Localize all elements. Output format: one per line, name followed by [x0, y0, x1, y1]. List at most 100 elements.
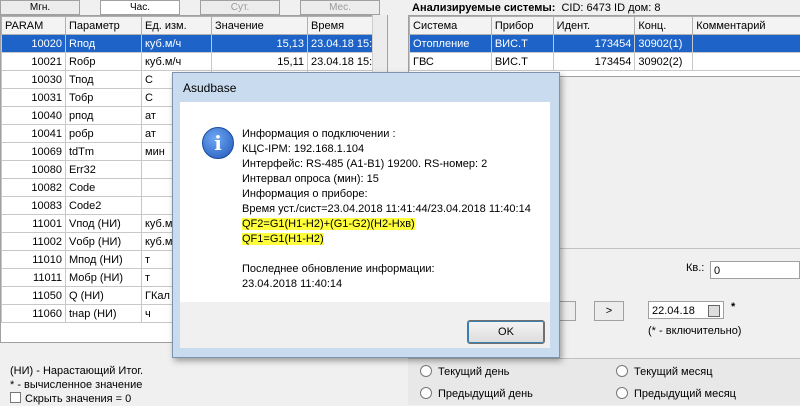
cid-label: CID: 6473 ID дом: 8 — [561, 2, 660, 14]
table-cell[interactable]: pобр — [66, 125, 142, 143]
table-cell[interactable]: Отопление — [410, 35, 492, 53]
table-cell[interactable]: 10041 — [2, 125, 66, 143]
table-cell[interactable]: 10030 — [2, 71, 66, 89]
table-row[interactable]: 10020Rподкуб.м/ч15,1323.04.18 15:2 — [2, 35, 382, 53]
table-cell[interactable]: ГВС — [410, 53, 492, 71]
date-field[interactable]: 22.04.18 — [648, 301, 724, 319]
table-cell[interactable]: tdTm — [66, 143, 142, 161]
table-cell[interactable]: 10082 — [2, 179, 66, 197]
col-value[interactable]: Значение — [212, 17, 308, 35]
table-cell[interactable]: Мобр (НИ) — [66, 269, 142, 287]
table-cell[interactable]: pпод — [66, 107, 142, 125]
last-update-value: 23.04.2018 11:40:14 — [242, 277, 547, 292]
table-cell[interactable]: 23.04.18 15:2 — [308, 53, 382, 71]
table-cell[interactable]: 11001 — [2, 215, 66, 233]
table-cell[interactable]: куб.м/ч — [142, 35, 212, 53]
radio-month-label: Текущий месяц — [634, 366, 713, 378]
table-cell[interactable]: ВИС.Т — [491, 53, 553, 71]
table-cell[interactable]: 11010 — [2, 251, 66, 269]
inclusive-star: * — [731, 301, 735, 313]
table-cell[interactable]: 173454 — [553, 53, 635, 71]
col-name[interactable]: Параметр — [66, 17, 142, 35]
table-cell[interactable]: 15,13 — [212, 35, 308, 53]
col-device[interactable]: Прибор — [491, 17, 553, 35]
table-row[interactable]: ОтоплениеВИС.Т17345430902(1) — [410, 35, 800, 53]
table-cell[interactable]: 30902(2) — [635, 53, 693, 71]
table-cell[interactable]: Code2 — [66, 197, 142, 215]
table-cell[interactable]: Vобр (НИ) — [66, 233, 142, 251]
table-row[interactable]: 10021Rобркуб.м/ч15,1123.04.18 15:2 — [2, 53, 382, 71]
table-cell[interactable]: Vпод (НИ) — [66, 215, 142, 233]
inclusive-hint: (* - включительно) — [648, 325, 741, 337]
kv-input[interactable]: 0 — [710, 261, 800, 279]
col-conc[interactable]: Конц. — [635, 17, 693, 35]
table-cell[interactable]: Rобр — [66, 53, 142, 71]
dialog-title: Asudbase — [183, 81, 236, 95]
qf2-formula: QF2=G1(H1-H2)+(G1-G2)(H2-Hхв) — [242, 218, 415, 230]
table-cell[interactable]: 10069 — [2, 143, 66, 161]
legend: (НИ) - Нарастающий Итог. * - вычисленное… — [10, 364, 143, 406]
table-cell[interactable]: 10083 — [2, 197, 66, 215]
col-system[interactable]: Система — [410, 17, 492, 35]
table-cell[interactable]: 10021 — [2, 53, 66, 71]
radio-dot[interactable] — [616, 365, 628, 377]
table-cell[interactable]: 10040 — [2, 107, 66, 125]
table-cell[interactable]: 10031 — [2, 89, 66, 107]
systems-table: Система Прибор Идент. Конц. Комментарий … — [409, 16, 800, 71]
radio-month[interactable]: Текущий месяц — [616, 365, 713, 378]
ok-button[interactable]: OK — [467, 320, 545, 344]
tab-monthly[interactable]: Мес. — [300, 0, 380, 15]
table-cell[interactable]: Code — [66, 179, 142, 197]
radio-prev-day[interactable]: Предыдущий день — [420, 387, 533, 400]
tab-hourly[interactable]: Час. — [100, 0, 180, 15]
msg-line: Информация о приборе: — [242, 187, 547, 202]
table-cell[interactable]: 11060 — [2, 305, 66, 323]
radio-dot[interactable] — [420, 387, 432, 399]
table-cell[interactable] — [693, 35, 800, 53]
table-cell[interactable]: куб.м/ч — [142, 53, 212, 71]
table-cell[interactable]: 23.04.18 15:2 — [308, 35, 382, 53]
table-cell[interactable]: 15,11 — [212, 53, 308, 71]
period-tabs: Мгн. Час. Сут. Мес. — [0, 0, 400, 14]
table-cell[interactable]: Rпод — [66, 35, 142, 53]
table-cell[interactable]: 10020 — [2, 35, 66, 53]
radio-dot[interactable] — [616, 387, 628, 399]
tab-instant[interactable]: Мгн. — [0, 0, 80, 15]
msg-line: Информация о подключении : — [242, 127, 547, 142]
table-cell[interactable]: 173454 — [553, 35, 635, 53]
col-param[interactable]: PARAM — [2, 17, 66, 35]
col-time[interactable]: Время — [308, 17, 382, 35]
msg-line: Время уст./сист=23.04.2018 11:41:44/23.0… — [242, 202, 547, 217]
table-cell[interactable]: Тобр — [66, 89, 142, 107]
qf1-formula: QF1=G1(H1-H2) — [242, 233, 324, 245]
table-cell[interactable]: 11002 — [2, 233, 66, 251]
dialog-message: Информация о подключении : КЦС-IPM: 192.… — [242, 127, 547, 292]
table-cell[interactable]: ВИС.Т — [491, 35, 553, 53]
checkbox-box[interactable] — [10, 392, 21, 403]
table-cell[interactable]: Err32 — [66, 161, 142, 179]
table-cell[interactable] — [693, 53, 800, 71]
radio-dot[interactable] — [420, 365, 432, 377]
calendar-icon[interactable] — [708, 305, 720, 317]
table-cell[interactable]: tнар (НИ) — [66, 305, 142, 323]
table-cell[interactable]: 11011 — [2, 269, 66, 287]
table-cell[interactable]: Мпод (НИ) — [66, 251, 142, 269]
table-cell[interactable]: Тпод — [66, 71, 142, 89]
systems-heading: Анализируемые системы: — [412, 2, 555, 14]
radio-prev-month[interactable]: Предыдущий месяц — [616, 387, 736, 400]
table-cell[interactable]: Q (НИ) — [66, 287, 142, 305]
table-cell[interactable]: 11050 — [2, 287, 66, 305]
table-cell[interactable]: 30902(1) — [635, 35, 693, 53]
info-dialog: Asudbase i Информация о подключении : КЦ… — [172, 72, 560, 358]
tab-daily[interactable]: Сут. — [200, 0, 280, 15]
next-button[interactable]: > — [594, 301, 624, 321]
table-row[interactable]: ГВСВИС.Т17345430902(2) — [410, 53, 800, 71]
radio-prev-day-label: Предыдущий день — [438, 388, 533, 400]
info-icon: i — [202, 127, 234, 159]
col-comment[interactable]: Комментарий — [693, 17, 800, 35]
col-unit[interactable]: Ед. изм. — [142, 17, 212, 35]
col-ident[interactable]: Идент. — [553, 17, 635, 35]
legend-cumulative: (НИ) - Нарастающий Итог. — [10, 364, 143, 378]
radio-today[interactable]: Текущий день — [420, 365, 509, 378]
table-cell[interactable]: 10080 — [2, 161, 66, 179]
